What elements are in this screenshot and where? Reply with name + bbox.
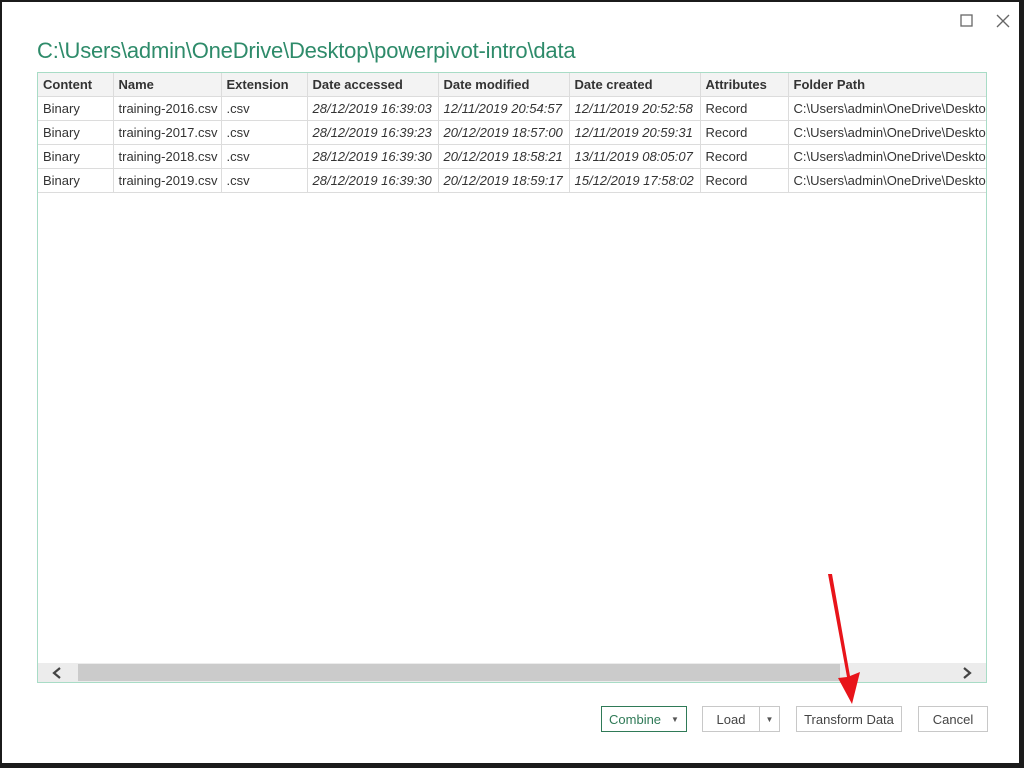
combine-label: Combine: [609, 711, 662, 727]
cell-date-accessed: 28/12/2019 16:39:23: [306, 120, 439, 145]
cell-name: training-2018.csv: [112, 144, 222, 169]
horizontal-scrollbar[interactable]: [38, 663, 986, 682]
cell-folder-path: C:\Users\admin\OneDrive\Desktop: [787, 96, 986, 121]
table-row[interactable]: Binary training-2016.csv .csv 28/12/2019…: [38, 96, 986, 121]
cell-extension: .csv: [220, 96, 308, 121]
cell-date-created: 13/11/2019 08:05:07: [568, 144, 701, 169]
cell-name: training-2019.csv: [112, 168, 222, 193]
load-dropdown-button[interactable]: ▼: [759, 706, 780, 732]
chevron-left-icon: [52, 666, 61, 679]
dropdown-caret-icon: ▼: [765, 714, 774, 724]
column-header-content[interactable]: Content: [38, 73, 114, 97]
cell-date-accessed: 28/12/2019 16:39:03: [306, 96, 439, 121]
column-header-attributes[interactable]: Attributes: [699, 73, 789, 97]
table-row[interactable]: Binary training-2017.csv .csv 28/12/2019…: [38, 120, 986, 145]
cell-content[interactable]: Binary: [38, 168, 114, 193]
cell-date-modified: 12/11/2019 20:54:57: [437, 96, 570, 121]
file-preview-grid: Content Name Extension Date accessed Dat…: [37, 72, 987, 683]
cell-name: training-2017.csv: [112, 120, 222, 145]
cell-folder-path: C:\Users\admin\OneDrive\Desktop: [787, 168, 986, 193]
cell-attributes[interactable]: Record: [699, 144, 789, 169]
navigator-dialog: C:\Users\admin\OneDrive\Desktop\powerpiv…: [2, 2, 1019, 763]
cell-date-modified: 20/12/2019 18:57:00: [437, 120, 570, 145]
folder-path-title: C:\Users\admin\OneDrive\Desktop\powerpiv…: [37, 38, 576, 63]
cell-folder-path: C:\Users\admin\OneDrive\Desktop: [787, 120, 986, 145]
column-header-date-modified[interactable]: Date modified: [437, 73, 570, 97]
cell-date-created: 15/12/2019 17:58:02: [568, 168, 701, 193]
header-row: Content Name Extension Date accessed Dat…: [38, 73, 986, 97]
cell-date-accessed: 28/12/2019 16:39:30: [306, 144, 439, 169]
close-button[interactable]: [992, 10, 1014, 32]
cell-date-created: 12/11/2019 20:59:31: [568, 120, 701, 145]
load-label: Load: [716, 711, 746, 727]
scroll-right-button[interactable]: [948, 663, 986, 682]
chevron-right-icon: [963, 666, 972, 679]
table-row[interactable]: Binary training-2019.csv .csv 28/12/2019…: [38, 168, 986, 193]
scroll-left-button[interactable]: [38, 663, 76, 682]
scrollbar-thumb[interactable]: [78, 664, 840, 681]
dropdown-caret-icon: ▼: [671, 714, 679, 724]
cell-content[interactable]: Binary: [38, 96, 114, 121]
cell-date-created: 12/11/2019 20:52:58: [568, 96, 701, 121]
cell-date-modified: 20/12/2019 18:58:21: [437, 144, 570, 169]
cell-name: training-2016.csv: [112, 96, 222, 121]
cell-date-modified: 20/12/2019 18:59:17: [437, 168, 570, 193]
column-header-extension[interactable]: Extension: [220, 73, 308, 97]
load-button[interactable]: Load: [702, 706, 760, 732]
close-icon: [996, 14, 1010, 28]
table-row[interactable]: Binary training-2018.csv .csv 28/12/2019…: [38, 144, 986, 169]
column-header-name[interactable]: Name: [112, 73, 222, 97]
cell-folder-path: C:\Users\admin\OneDrive\Desktop: [787, 144, 986, 169]
transform-data-label: Transform Data: [804, 711, 894, 727]
cell-extension: .csv: [220, 168, 308, 193]
column-header-date-accessed[interactable]: Date accessed: [306, 73, 439, 97]
transform-data-button[interactable]: Transform Data: [796, 706, 902, 732]
cell-extension: .csv: [220, 144, 308, 169]
cell-content[interactable]: Binary: [38, 120, 114, 145]
cancel-label: Cancel: [932, 711, 974, 727]
maximize-icon: [960, 14, 973, 27]
column-header-folder-path[interactable]: Folder Path: [787, 73, 986, 97]
cell-content[interactable]: Binary: [38, 144, 114, 169]
cell-date-accessed: 28/12/2019 16:39:30: [306, 168, 439, 193]
cell-extension: .csv: [220, 120, 308, 145]
column-header-date-created[interactable]: Date created: [568, 73, 701, 97]
cell-attributes[interactable]: Record: [699, 168, 789, 193]
cancel-button[interactable]: Cancel: [918, 706, 988, 732]
files-table: Content Name Extension Date accessed Dat…: [38, 73, 986, 193]
cell-attributes[interactable]: Record: [699, 96, 789, 121]
maximize-button[interactable]: [956, 10, 978, 32]
combine-button[interactable]: Combine ▼: [601, 706, 687, 732]
cell-attributes[interactable]: Record: [699, 120, 789, 145]
